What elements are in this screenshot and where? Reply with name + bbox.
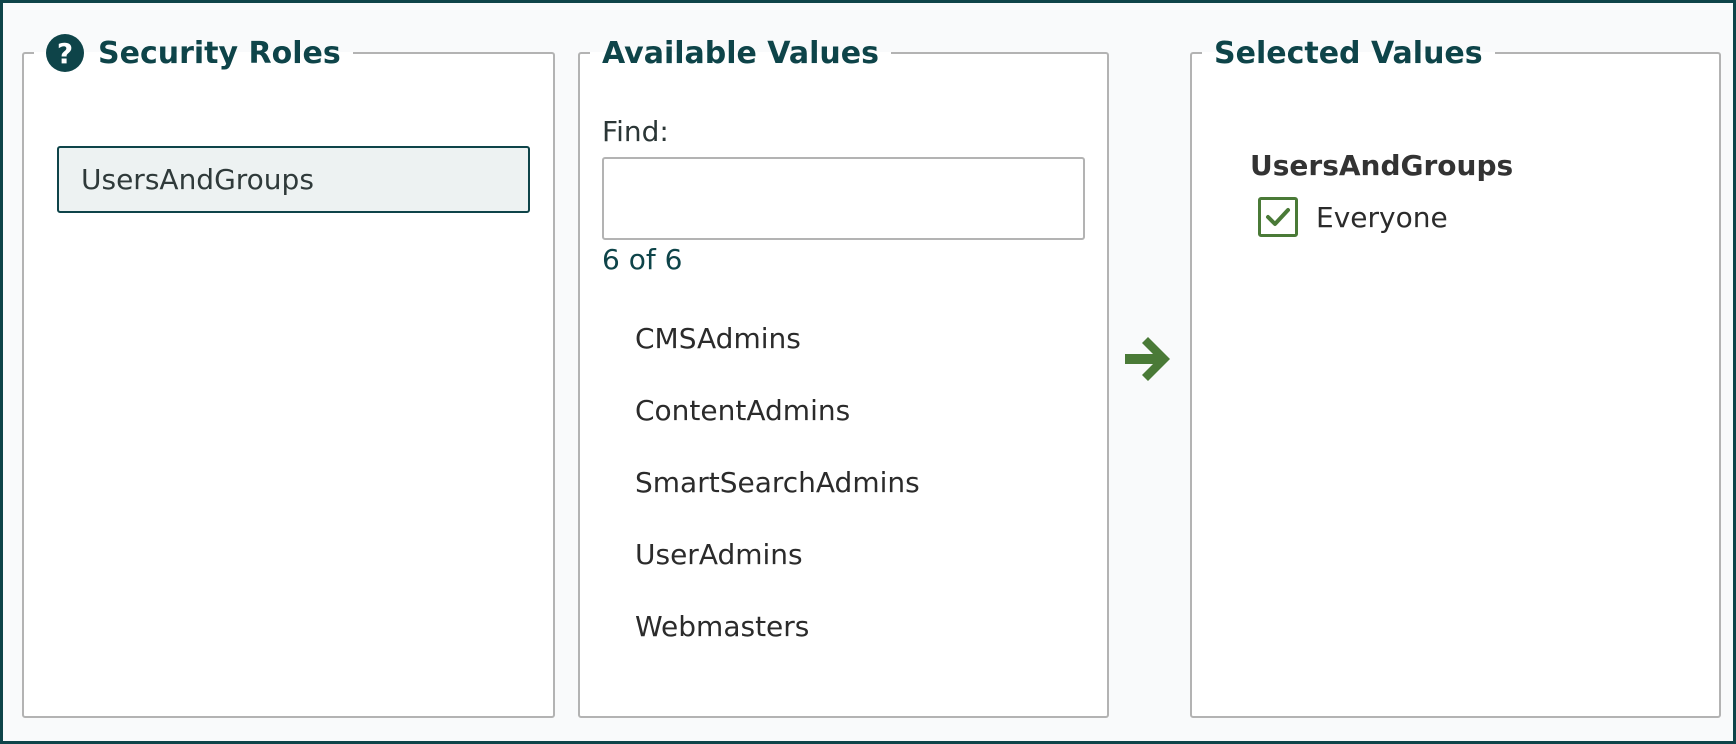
role-item-usersandgroups[interactable]: UsersAndGroups [57, 146, 530, 213]
result-count: 6 of 6 [602, 243, 683, 276]
security-roles-legend: ? Security Roles [34, 33, 353, 73]
available-values-title: Available Values [602, 35, 879, 71]
list-item-contentadmins[interactable]: ContentAdmins [602, 381, 1085, 453]
list-item-webmasters[interactable]: Webmasters [602, 597, 1085, 669]
arrow-right-icon[interactable] [1121, 331, 1177, 387]
list-item-cmsadmins[interactable]: CMSAdmins [602, 309, 1085, 381]
checkmark-icon [1266, 208, 1290, 226]
checkbox-checked[interactable] [1258, 197, 1298, 237]
selected-group-title: UsersAndGroups [1250, 149, 1514, 182]
checkbox-label: Everyone [1316, 200, 1448, 234]
find-label: Find: [602, 115, 669, 148]
find-input[interactable] [602, 157, 1085, 240]
help-icon[interactable]: ? [46, 34, 84, 72]
list-item-smartsearchadmins[interactable]: SmartSearchAdmins [602, 453, 1085, 525]
selected-item-everyone[interactable]: Everyone [1258, 197, 1448, 237]
list-item-useradmins[interactable]: UserAdmins [602, 525, 1085, 597]
available-values-panel: Available Values Find: 6 of 6 CMSAdmins … [578, 33, 1109, 718]
available-values-legend: Available Values [590, 33, 891, 73]
selected-values-title: Selected Values [1214, 35, 1483, 71]
selected-values-legend: Selected Values [1202, 33, 1495, 73]
security-roles-title: Security Roles [98, 35, 341, 71]
security-roles-dialog: ? Security Roles UsersAndGroups Availabl… [0, 0, 1736, 744]
security-roles-panel: ? Security Roles UsersAndGroups [22, 33, 555, 718]
selected-values-panel: Selected Values UsersAndGroups Everyone [1190, 33, 1721, 718]
available-values-list: CMSAdmins ContentAdmins SmartSearchAdmin… [602, 309, 1085, 669]
